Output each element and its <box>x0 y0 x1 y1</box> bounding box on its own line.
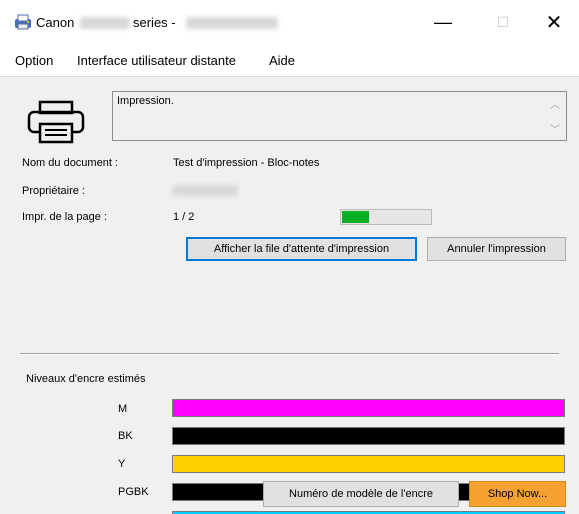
blurred-model-name <box>80 17 130 29</box>
ink-levels-title: Niveaux d'encre estimés <box>26 373 146 385</box>
menu-option[interactable]: Option <box>15 53 53 68</box>
window-title-prefix: Canon <box>36 15 75 30</box>
ink-label-bk: BK <box>118 430 133 442</box>
maximize-button: ☐ <box>481 8 525 36</box>
blurred-printer-id <box>186 17 278 29</box>
page-value: 1 / 2 <box>173 211 195 223</box>
page-progress-bar <box>340 209 432 225</box>
minimize-icon: — <box>434 11 452 32</box>
close-button[interactable]: ✕ <box>532 8 576 36</box>
ink-model-number-button[interactable]: Numéro de modèle de l'encre <box>263 481 459 507</box>
ink-bar-y <box>172 455 565 473</box>
status-message: Impression. <box>117 95 174 107</box>
menu-bar: Option Interface utilisateur distante Ai… <box>0 50 579 70</box>
owner-label: Propriétaire : <box>22 185 85 197</box>
window-title-series: series - <box>133 15 176 30</box>
shop-now-button[interactable]: Shop Now... <box>469 481 566 507</box>
menu-help[interactable]: Aide <box>269 53 295 68</box>
minimize-button[interactable]: — <box>421 8 465 36</box>
close-icon: ✕ <box>545 11 563 34</box>
blurred-owner-value <box>172 185 238 196</box>
scroll-down-icon[interactable]: ﹀ <box>550 121 560 136</box>
page-progress-fill <box>342 211 369 223</box>
printer-icon <box>27 100 85 144</box>
page-label: Impr. de la page : <box>22 211 107 223</box>
menu-remote-ui[interactable]: Interface utilisateur distante <box>77 53 236 68</box>
ink-bar-bk <box>172 427 565 445</box>
status-message-box: Impression. ︿ ﹀ <box>112 91 567 141</box>
canon-app-icon <box>15 14 31 30</box>
view-print-queue-button[interactable]: Afficher la file d'attente d'impression <box>186 237 417 261</box>
separator <box>20 353 559 355</box>
maximize-icon: ☐ <box>496 13 510 30</box>
ink-label-y: Y <box>118 458 126 470</box>
title-bar: Canon series - — ☐ ✕ <box>0 0 579 42</box>
document-name-value: Test d'impression - Bloc-notes <box>173 157 320 169</box>
document-name-label: Nom du document : <box>22 157 118 169</box>
ink-bar-m <box>172 399 565 417</box>
ink-label-m: M <box>118 403 128 415</box>
status-panel: Impression. ︿ ﹀ Nom du document : Test d… <box>0 76 579 514</box>
cancel-printing-button[interactable]: Annuler l'impression <box>427 237 566 261</box>
ink-label-pgbk: PGBK <box>118 486 149 498</box>
scroll-up-icon[interactable]: ︿ <box>550 96 560 111</box>
